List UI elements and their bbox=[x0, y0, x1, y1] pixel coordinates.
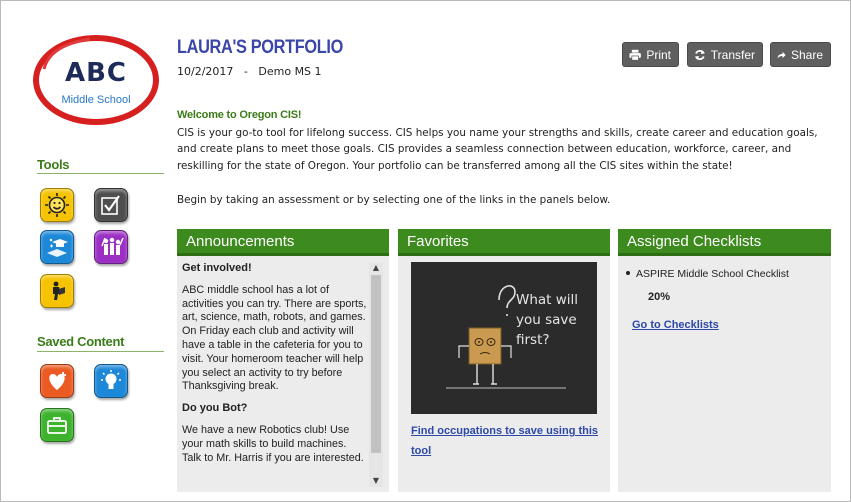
briefcase-icon[interactable] bbox=[40, 408, 74, 442]
announcement-heading: Do you Bot? bbox=[182, 402, 248, 415]
logo-subtitle: Middle School bbox=[61, 94, 131, 106]
chalkboard-caption: What will you save first? bbox=[516, 292, 579, 348]
scroll-up-arrow-icon[interactable]: ▲ bbox=[369, 262, 383, 274]
checklist-item-label: ASPIRE Middle School Checklist bbox=[636, 268, 789, 280]
tools-title: Tools bbox=[37, 157, 70, 172]
favorites-panel: Favorites What will you save first? Find… bbox=[398, 229, 610, 492]
group-people-icon[interactable] bbox=[94, 230, 128, 264]
graduation-book-icon[interactable] bbox=[40, 230, 74, 264]
announcement-body: We have a new Robotics club! Use your ma… bbox=[182, 423, 364, 464]
find-occupations-link[interactable]: Find occupations to save using this tool bbox=[411, 421, 601, 461]
tools-divider bbox=[37, 173, 164, 174]
person-reading-icon[interactable] bbox=[40, 274, 74, 308]
meta-separator: - bbox=[243, 65, 248, 78]
transfer-button[interactable]: Transfer bbox=[687, 42, 763, 67]
smiley-sun-icon[interactable] bbox=[40, 188, 74, 222]
portfolio-meta: 10/2/2017 - Demo MS 1 bbox=[177, 65, 322, 78]
heart-icon[interactable] bbox=[40, 364, 74, 398]
scroll-down-arrow-icon[interactable]: ▼ bbox=[369, 475, 383, 487]
begin-text: Begin by taking an assessment or by sele… bbox=[177, 194, 611, 206]
portfolio-date: 10/2/2017 bbox=[177, 65, 234, 78]
announcement-heading: Get involved! bbox=[182, 262, 252, 274]
share-button[interactable]: Share bbox=[770, 42, 831, 67]
school-logo[interactable]: ABC Middle School bbox=[30, 33, 162, 128]
portfolio-site: Demo MS 1 bbox=[258, 65, 322, 78]
saved-content-title: Saved Content bbox=[37, 334, 125, 349]
go-to-checklists-link[interactable]: Go to Checklists bbox=[632, 319, 719, 331]
announcements-scroll-area[interactable]: Get involved! ABC middle school has a lo… bbox=[182, 262, 383, 487]
bullet-icon bbox=[626, 271, 630, 276]
scrollbar-thumb[interactable] bbox=[371, 275, 381, 453]
refresh-icon bbox=[694, 49, 705, 60]
welcome-body: CIS is your go-to tool for lifelong succ… bbox=[177, 127, 818, 172]
share-arrow-icon bbox=[777, 51, 786, 58]
lightbulb-icon[interactable] bbox=[94, 364, 128, 398]
announcements-panel: Announcements Get involved! ABC middle s… bbox=[177, 229, 389, 492]
transfer-label: Transfer bbox=[710, 47, 755, 62]
welcome-title: Welcome to Oregon CIS! bbox=[177, 109, 302, 121]
checklist-progress: 20% bbox=[648, 291, 671, 303]
saved-content-divider bbox=[37, 351, 164, 352]
checklists-title: Assigned Checklists bbox=[618, 229, 831, 256]
checklist-item[interactable]: ASPIRE Middle School Checklist bbox=[626, 268, 789, 280]
announcements-title: Announcements bbox=[177, 229, 389, 256]
checklist-icon[interactable] bbox=[94, 188, 128, 222]
share-label: Share bbox=[790, 47, 823, 62]
announcements-content: Get involved! ABC middle school has a lo… bbox=[182, 262, 368, 473]
print-icon bbox=[629, 49, 641, 61]
logo-text: ABC bbox=[64, 58, 128, 88]
print-label: Print bbox=[646, 47, 671, 62]
favorites-title: Favorites bbox=[398, 229, 610, 256]
announcements-scrollbar[interactable]: ▲ ▼ bbox=[369, 262, 383, 487]
print-button[interactable]: Print bbox=[622, 42, 679, 67]
checklists-panel: Assigned Checklists ASPIRE Middle School… bbox=[618, 229, 831, 492]
announcement-body: ABC middle school has a lot of activitie… bbox=[182, 283, 367, 393]
portfolio-title: LAURA'S PORTFOLIO bbox=[177, 37, 343, 58]
chalkboard-image: What will you save first? bbox=[411, 262, 597, 414]
